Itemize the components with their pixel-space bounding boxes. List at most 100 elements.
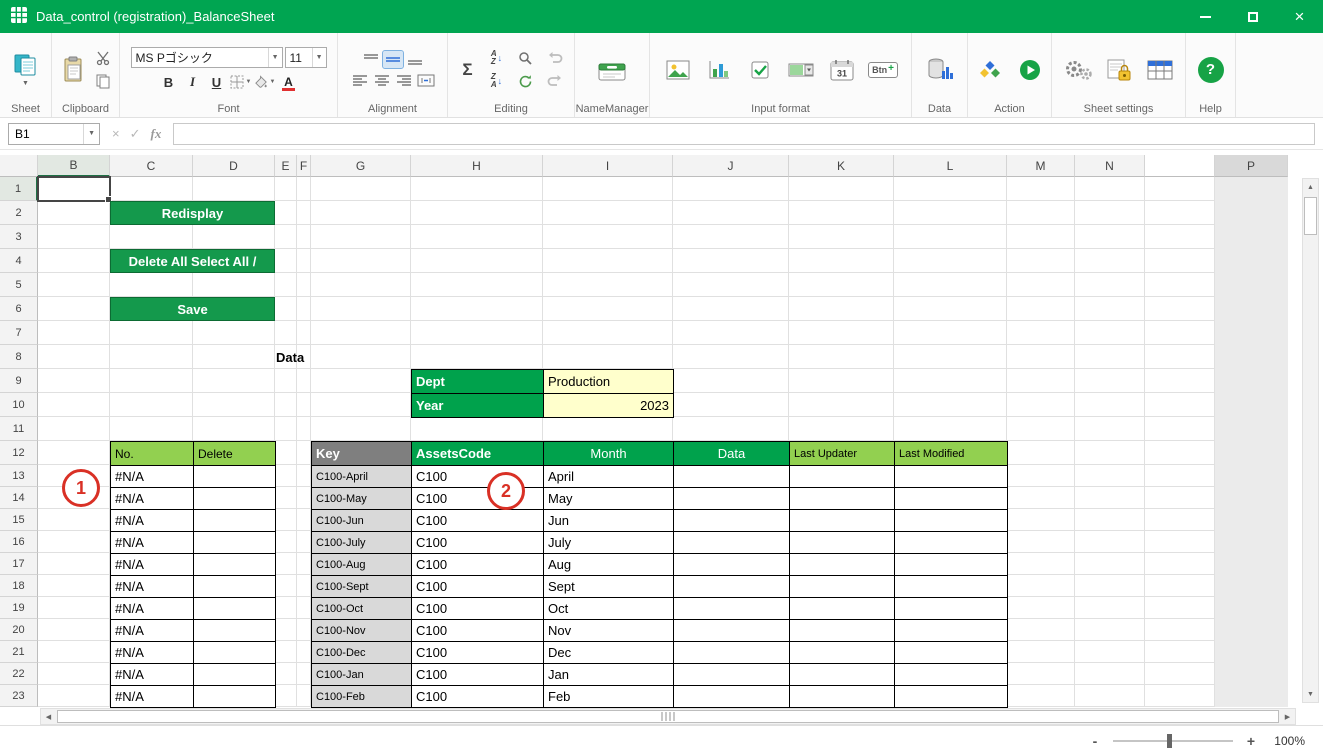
- column-header-K[interactable]: K: [789, 155, 894, 177]
- column-header-J[interactable]: J: [673, 155, 789, 177]
- last-modified-cell[interactable]: [895, 466, 1008, 488]
- data-cell[interactable]: [674, 510, 790, 532]
- save-button[interactable]: Save: [110, 297, 275, 321]
- row-header-23[interactable]: 23: [0, 685, 38, 707]
- last-updater-cell[interactable]: [790, 620, 895, 642]
- insert-chart-button[interactable]: [701, 50, 737, 90]
- data-button[interactable]: [921, 44, 959, 96]
- last-modified-cell[interactable]: [895, 576, 1008, 598]
- last-updater-cell[interactable]: [790, 466, 895, 488]
- row-header-20[interactable]: 20: [0, 619, 38, 641]
- data-cell[interactable]: [674, 554, 790, 576]
- cut-button[interactable]: [91, 47, 115, 70]
- assets-code-cell[interactable]: C100: [412, 554, 544, 576]
- row-header-8[interactable]: 8: [0, 345, 38, 369]
- na-cell[interactable]: #N/A: [111, 642, 194, 664]
- last-updater-cell[interactable]: [790, 598, 895, 620]
- delete-cell[interactable]: [194, 664, 276, 686]
- last-updater-cell[interactable]: [790, 488, 895, 510]
- key-cell[interactable]: C100-May: [312, 488, 412, 510]
- row-header-9[interactable]: 9: [0, 369, 38, 393]
- month-cell[interactable]: Dec: [544, 642, 674, 664]
- row-header-13[interactable]: 13: [0, 465, 38, 487]
- insert-button-control-button[interactable]: Btn+: [865, 50, 901, 90]
- delete-all-select-all-button[interactable]: Delete All Select All /: [110, 249, 275, 273]
- table-settings-button[interactable]: [1142, 50, 1178, 90]
- key-cell[interactable]: C100-Aug: [312, 554, 412, 576]
- font-family-select[interactable]: MS Pゴシック ▼: [131, 47, 283, 68]
- data-cell[interactable]: [674, 576, 790, 598]
- month-cell[interactable]: July: [544, 532, 674, 554]
- row-header-3[interactable]: 3: [0, 225, 38, 249]
- sheet-button[interactable]: ▼: [7, 44, 45, 96]
- scroll-down-button[interactable]: ▼: [1303, 686, 1318, 702]
- assets-code-cell[interactable]: C100: [412, 510, 544, 532]
- last-modified-column-header[interactable]: Last Modified: [895, 442, 1008, 466]
- key-cell[interactable]: C100-Jan: [312, 664, 412, 686]
- align-center-button[interactable]: [372, 72, 392, 89]
- last-modified-cell[interactable]: [895, 554, 1008, 576]
- font-size-select[interactable]: 11 ▼: [285, 47, 327, 68]
- key-cell[interactable]: C100-Dec: [312, 642, 412, 664]
- month-cell[interactable]: Feb: [544, 686, 674, 708]
- column-header-D[interactable]: D: [193, 155, 275, 177]
- last-modified-cell[interactable]: [895, 664, 1008, 686]
- data-cell[interactable]: [674, 664, 790, 686]
- delete-cell[interactable]: [194, 554, 276, 576]
- font-color-button[interactable]: A: [278, 72, 300, 92]
- delete-cell[interactable]: [194, 686, 276, 708]
- column-header-H[interactable]: H: [411, 155, 543, 177]
- assets-code-cell[interactable]: C100: [412, 598, 544, 620]
- month-cell[interactable]: May: [544, 488, 674, 510]
- borders-button[interactable]: ▼: [230, 72, 252, 92]
- horizontal-scrollbar[interactable]: ◀ ▶: [40, 708, 1296, 725]
- na-cell[interactable]: #N/A: [111, 466, 194, 488]
- redo-button[interactable]: [543, 70, 567, 93]
- delete-cell[interactable]: [194, 532, 276, 554]
- zoom-slider[interactable]: [1113, 740, 1233, 742]
- row-header-15[interactable]: 15: [0, 509, 38, 531]
- column-header-I[interactable]: I: [543, 155, 673, 177]
- refresh-button[interactable]: [514, 70, 538, 93]
- na-cell[interactable]: #N/A: [111, 510, 194, 532]
- column-header-E[interactable]: E: [275, 155, 297, 177]
- horizontal-scroll-thumb[interactable]: [57, 710, 1279, 723]
- data-column-header[interactable]: Data: [674, 442, 790, 466]
- select-all-corner[interactable]: [0, 155, 38, 177]
- settings-button[interactable]: [1060, 50, 1096, 90]
- column-header-M[interactable]: M: [1007, 155, 1075, 177]
- insert-function-icon[interactable]: fx: [151, 126, 162, 142]
- row-header-22[interactable]: 22: [0, 663, 38, 685]
- column-header-C[interactable]: C: [110, 155, 193, 177]
- zoom-slider-thumb[interactable]: [1167, 734, 1172, 748]
- close-button[interactable]: ×: [1276, 0, 1323, 33]
- key-cell[interactable]: C100-Feb: [312, 686, 412, 708]
- paste-button[interactable]: [56, 44, 89, 96]
- na-cell[interactable]: #N/A: [111, 532, 194, 554]
- column-header-blank[interactable]: [1145, 155, 1215, 177]
- last-updater-cell[interactable]: [790, 576, 895, 598]
- delete-cell[interactable]: [194, 576, 276, 598]
- scroll-right-button[interactable]: ▶: [1280, 709, 1295, 725]
- key-cell[interactable]: C100-April: [312, 466, 412, 488]
- data-cell[interactable]: [674, 642, 790, 664]
- insert-combobox-button[interactable]: [783, 50, 819, 90]
- month-cell[interactable]: Sept: [544, 576, 674, 598]
- no-column-header[interactable]: No.: [111, 442, 194, 466]
- bold-button[interactable]: B: [158, 72, 180, 92]
- key-cell[interactable]: C100-July: [312, 532, 412, 554]
- align-bottom-button[interactable]: [405, 51, 425, 68]
- delete-cell[interactable]: [194, 488, 276, 510]
- scroll-left-button[interactable]: ◀: [41, 709, 56, 725]
- fill-color-button[interactable]: ▼: [254, 72, 276, 92]
- name-manager-button[interactable]: [593, 44, 631, 96]
- column-header-P[interactable]: P: [1215, 155, 1288, 177]
- column-header-F[interactable]: F: [297, 155, 311, 177]
- cancel-icon[interactable]: ×: [112, 126, 120, 141]
- na-cell[interactable]: #N/A: [111, 686, 194, 708]
- month-cell[interactable]: Aug: [544, 554, 674, 576]
- assets-code-cell[interactable]: C100: [412, 532, 544, 554]
- row-header-5[interactable]: 5: [0, 273, 38, 297]
- key-column-header[interactable]: Key: [312, 442, 412, 466]
- shapes-button[interactable]: [972, 50, 1007, 90]
